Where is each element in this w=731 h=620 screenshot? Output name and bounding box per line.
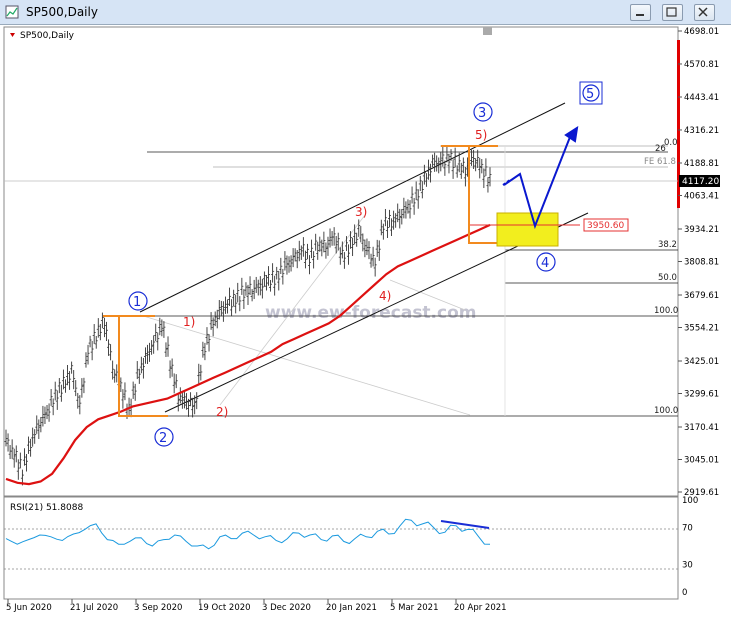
- price-tick-label: 3170.41: [684, 423, 719, 433]
- fib-0-label: 0.0: [664, 138, 678, 148]
- fib-38-label: 38.2: [658, 240, 677, 250]
- wave-1-label: 1: [133, 295, 141, 310]
- subwave-1-label: 1): [183, 315, 195, 329]
- rsi-plot-frame: [3, 496, 679, 600]
- chart-title: SP500,Daily: [20, 31, 75, 41]
- fib-50-label: 50.0: [658, 273, 677, 283]
- time-tick-label: 3 Sep 2020: [134, 603, 182, 613]
- chart-canvas: SP500,Daily 4698.01 4570.81 4443.41 4316.21…: [3, 7, 720, 613]
- fe-618-label: FE 61.8: [644, 157, 676, 167]
- price-tick-label: 3554.21: [684, 323, 719, 333]
- target-zone-box: [496, 212, 559, 247]
- price-tick-label: 3934.21: [684, 225, 719, 235]
- price-tick-label: 4443.41: [684, 93, 719, 103]
- price-tick-label: 4570.81: [684, 60, 719, 70]
- time-tick-label: 19 Oct 2020: [198, 603, 251, 613]
- wave-5-label: 5: [586, 87, 594, 102]
- price-axis: 4698.01 4570.81 4443.41 4316.21 4188.81 4063.…: [678, 27, 719, 498]
- price-tick-label: 3808.81: [684, 258, 719, 268]
- grey-tag: [483, 27, 492, 35]
- rsi-label: RSI(21) 51.8088: [10, 503, 83, 513]
- subwave-5-label: 5): [475, 128, 487, 142]
- minimize-icon: [636, 14, 644, 16]
- target-price-label: 3950.60: [587, 221, 624, 231]
- rsi-tick-label: 70: [682, 524, 693, 534]
- wave-3-label: 3: [478, 106, 486, 121]
- price-tick-label: 3299.61: [684, 389, 719, 399]
- time-tick-label: 3 Dec 2020: [262, 603, 311, 613]
- subwave-3-label: 3): [355, 205, 367, 219]
- time-axis: 5 Jun 2020 21 Jul 2020 3 Sep 2020 19 Oct 20…: [6, 599, 507, 613]
- price-tick-label: 3679.61: [684, 291, 719, 301]
- fib-26-label: 26: [655, 144, 666, 154]
- rsi-tick-label: 100: [682, 496, 698, 506]
- fib-100-upper-label: 100.0: [654, 306, 678, 316]
- fib-100-lower-label: 100.0: [654, 406, 678, 416]
- current-price-label: 4117.20: [682, 177, 719, 187]
- price-tick-label: 4188.81: [684, 159, 719, 169]
- time-tick-label: 5 Mar 2021: [390, 603, 438, 613]
- time-tick-label: 20 Apr 2021: [454, 603, 507, 613]
- close-icon: [698, 7, 708, 17]
- price-tick-label: 3425.01: [684, 357, 719, 367]
- wave-2-label: 2: [159, 431, 167, 446]
- price-tick-label: 4063.41: [684, 192, 719, 202]
- price-tick-label: 3045.01: [684, 455, 719, 465]
- price-tick-label: 4698.01: [684, 27, 719, 37]
- time-tick-label: 5 Jun 2020: [6, 603, 52, 613]
- rsi-axis: 100 70 30 0: [682, 496, 698, 598]
- subwave-4-label: 4): [379, 289, 391, 303]
- watermark: www.ew-forecast.com: [265, 303, 477, 323]
- maximize-icon: [666, 7, 677, 17]
- rsi-tick-label: 30: [682, 560, 693, 570]
- main-plot-frame: [3, 26, 679, 497]
- wave-4-label: 4: [541, 256, 549, 271]
- subwave-2-label: 2): [216, 405, 228, 419]
- time-tick-label: 21 Jul 2020: [70, 603, 118, 613]
- time-tick-label: 20 Jan 2021: [326, 603, 377, 613]
- rsi-tick-label: 0: [682, 588, 687, 598]
- price-tick-label: 4316.21: [684, 126, 719, 136]
